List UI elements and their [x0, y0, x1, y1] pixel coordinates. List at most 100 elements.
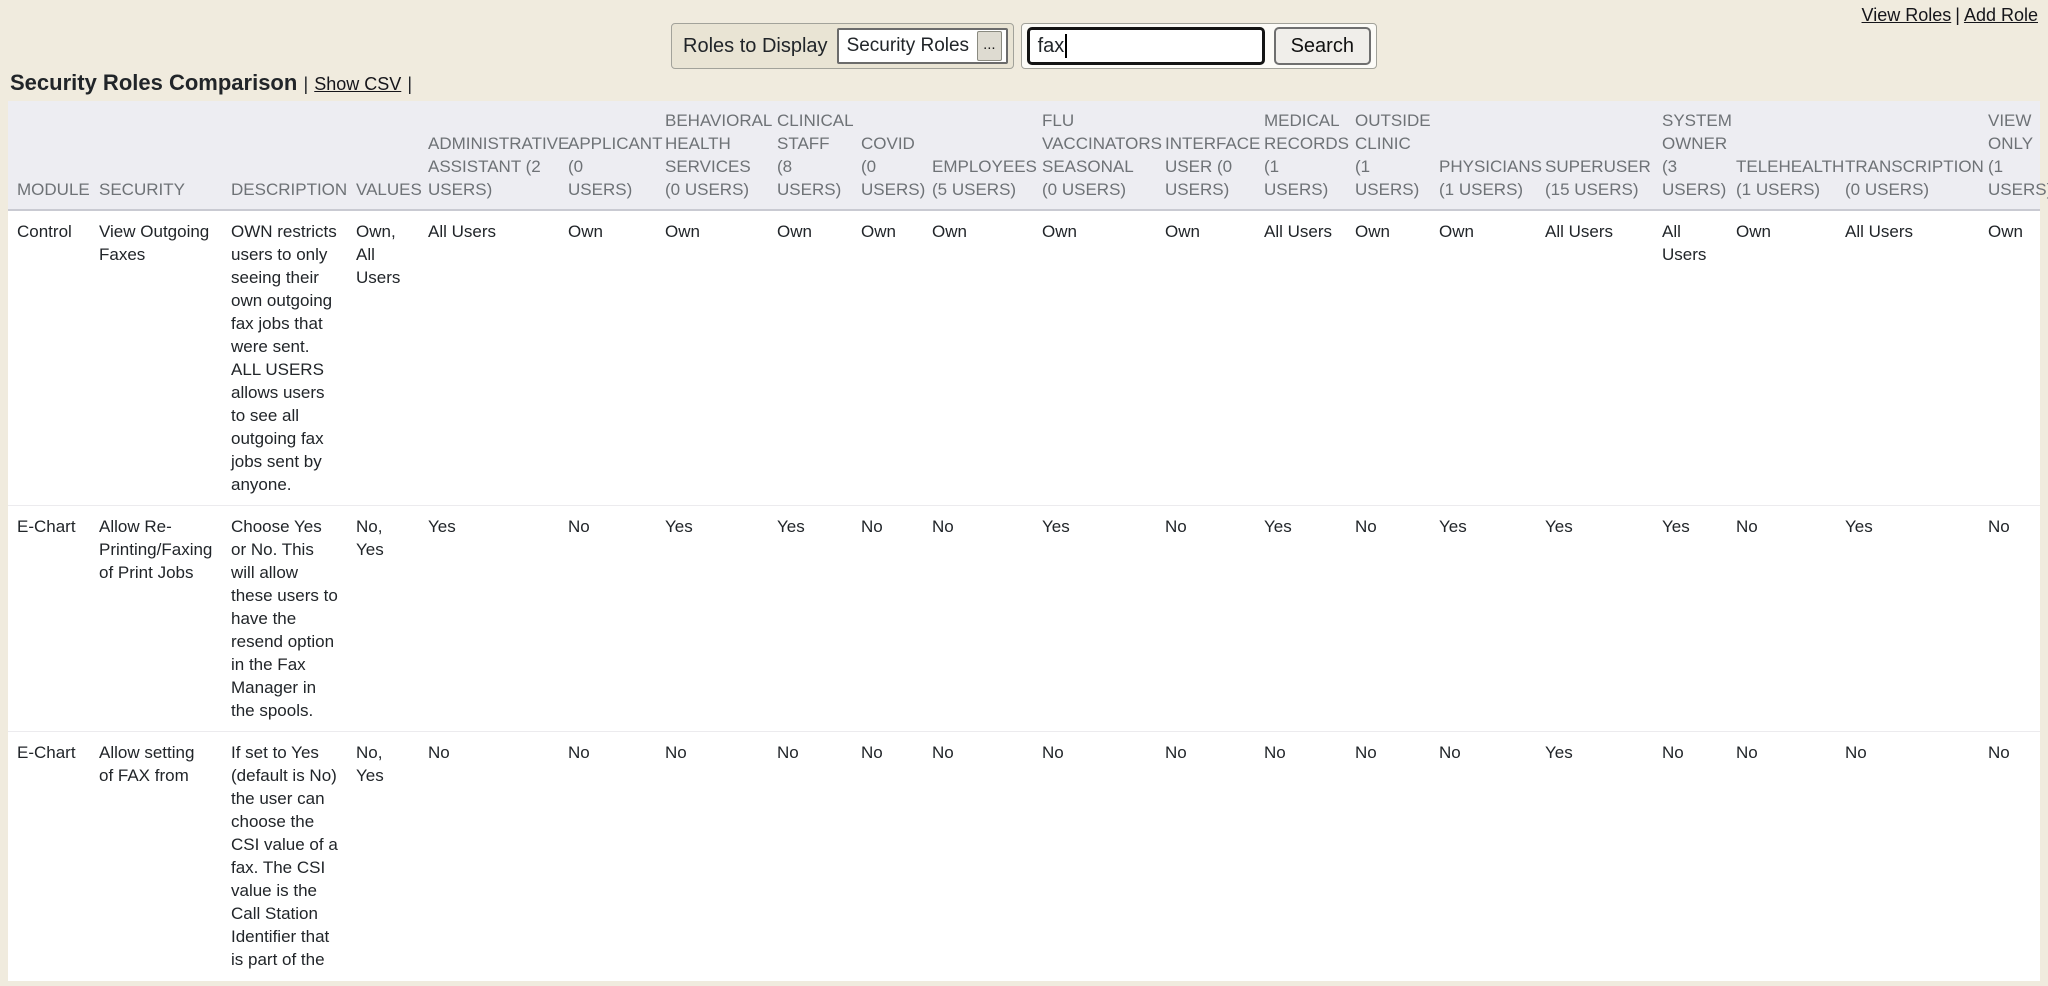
col-header-view-only: VIEW ONLY (1 USERS)	[1979, 101, 2040, 210]
cell-role-value: No	[923, 732, 1033, 981]
cell-role-value: No	[1430, 732, 1536, 981]
roles-control-bar: Roles to Display Security Roles ... fax …	[0, 0, 2048, 69]
cell-role-value: No	[559, 732, 656, 981]
cell-role-value: Yes	[1430, 506, 1536, 732]
search-button[interactable]: Search	[1274, 27, 1371, 65]
col-header-security: SECURITY	[90, 101, 222, 210]
cell-module: Control	[8, 210, 90, 506]
cell-values: Own, All Users	[347, 210, 419, 506]
cell-security: Allow setting of FAX from	[90, 732, 222, 981]
col-header-behavioral-health-services: BEHAVIORAL HEALTH SERVICES (0 USERS)	[656, 101, 768, 210]
roles-to-display-label: Roles to Display	[677, 35, 837, 58]
cell-role-value: No	[852, 506, 923, 732]
cell-role-value: All Users	[419, 210, 559, 506]
col-header-physicians: PHYSICIANS (1 USERS)	[1430, 101, 1536, 210]
cell-role-value: No	[1979, 506, 2040, 732]
search-group: fax Search	[1021, 23, 1377, 69]
cell-role-value: No	[1836, 732, 1979, 981]
cell-role-value: Own	[656, 210, 768, 506]
table-header-row: MODULE SECURITY DESCRIPTION VALUES ADMIN…	[8, 101, 2040, 210]
col-header-description: DESCRIPTION	[222, 101, 347, 210]
cell-role-value: Own	[1979, 210, 2040, 506]
text-cursor	[1065, 34, 1067, 58]
col-header-covid: COVID (0 USERS)	[852, 101, 923, 210]
cell-values: No, Yes	[347, 732, 419, 981]
cell-role-value: Own	[1430, 210, 1536, 506]
cell-role-value: No	[1727, 506, 1836, 732]
cell-role-value: Yes	[1536, 732, 1653, 981]
add-role-link[interactable]: Add Role	[1964, 5, 2038, 25]
role-search-input[interactable]: fax	[1027, 27, 1265, 65]
col-header-outside-clinic: OUTSIDE CLINIC (1 USERS)	[1346, 101, 1430, 210]
cell-role-value: Own	[1156, 210, 1255, 506]
heading-trailing-separator: |	[407, 74, 412, 94]
cell-role-value: Yes	[1033, 506, 1156, 732]
cell-role-value: No	[852, 732, 923, 981]
cell-role-value: Own	[923, 210, 1033, 506]
cell-role-value: No	[1653, 732, 1727, 981]
col-header-module: MODULE	[8, 101, 90, 210]
cell-role-value: Own	[1346, 210, 1430, 506]
cell-role-value: No	[768, 732, 852, 981]
cell-module: E-Chart	[8, 506, 90, 732]
cell-role-value: No	[923, 506, 1033, 732]
cell-role-value: Own	[559, 210, 656, 506]
cell-role-value: No	[1346, 506, 1430, 732]
show-csv-link[interactable]: Show CSV	[314, 74, 401, 94]
roles-select-value: Security Roles	[847, 35, 970, 57]
cell-role-value: All Users	[1836, 210, 1979, 506]
col-header-medical-records: MEDICAL RECORDS (1 USERS)	[1255, 101, 1346, 210]
col-header-administrative-assistant: ADMINISTRATIVE ASSISTANT (2 USERS)	[419, 101, 559, 210]
cell-role-value: Own	[1727, 210, 1836, 506]
role-search-input-value: fax	[1038, 35, 1065, 58]
roles-select[interactable]: Security Roles ...	[837, 28, 1008, 64]
cell-role-value: No	[419, 732, 559, 981]
cell-role-value: Yes	[1255, 506, 1346, 732]
cell-security: View Outgoing Faxes	[90, 210, 222, 506]
col-header-system-owner: SYSTEM OWNER (3 USERS)	[1653, 101, 1727, 210]
col-header-transcription: TRANSCRIPTION (0 USERS)	[1836, 101, 1979, 210]
col-header-values: VALUES	[347, 101, 419, 210]
cell-role-value: All Users	[1255, 210, 1346, 506]
view-roles-link[interactable]: View Roles	[1862, 5, 1952, 25]
cell-role-value: No	[1979, 732, 2040, 981]
roles-picker-button[interactable]: ...	[977, 31, 1002, 61]
table-row: E-Chart Allow setting of FAX from If set…	[8, 732, 2040, 981]
roles-comparison-table-container: MODULE SECURITY DESCRIPTION VALUES ADMIN…	[8, 101, 2040, 981]
col-header-interface-user: INTERFACE USER (0 USERS)	[1156, 101, 1255, 210]
cell-role-value: Own	[1033, 210, 1156, 506]
cell-role-value: All Users	[1536, 210, 1653, 506]
col-header-clinical-staff: CLINICAL STAFF (8 USERS)	[768, 101, 852, 210]
cell-values: No, Yes	[347, 506, 419, 732]
cell-description: If set to Yes (default is No) the user c…	[222, 732, 347, 981]
cell-security: Allow Re-Printing/Faxing of Print Jobs	[90, 506, 222, 732]
table-row: Control View Outgoing Faxes OWN restrict…	[8, 210, 2040, 506]
cell-role-value: Yes	[656, 506, 768, 732]
cell-role-value: No	[1727, 732, 1836, 981]
cell-module: E-Chart	[8, 732, 90, 981]
roles-comparison-table: MODULE SECURITY DESCRIPTION VALUES ADMIN…	[8, 101, 2040, 980]
page-title-row: Security Roles Comparison | Show CSV |	[10, 70, 2048, 96]
roles-to-display-group: Roles to Display Security Roles ...	[671, 23, 1014, 69]
cell-role-value: All Users	[1653, 210, 1727, 506]
cell-role-value: Own	[768, 210, 852, 506]
heading-separator: |	[303, 74, 308, 94]
cell-role-value: No	[1033, 732, 1156, 981]
cell-role-value: No	[1346, 732, 1430, 981]
cell-role-value: No	[1156, 732, 1255, 981]
cell-description: OWN restricts users to only seeing their…	[222, 210, 347, 506]
cell-role-value: Yes	[768, 506, 852, 732]
col-header-employees: EMPLOYEES (5 USERS)	[923, 101, 1033, 210]
col-header-superuser: SUPERUSER (15 USERS)	[1536, 101, 1653, 210]
cell-role-value: Yes	[1836, 506, 1979, 732]
cell-role-value: Yes	[419, 506, 559, 732]
cell-role-value: No	[559, 506, 656, 732]
link-separator: |	[1955, 5, 1960, 25]
cell-role-value: Yes	[1536, 506, 1653, 732]
cell-role-value: No	[1156, 506, 1255, 732]
col-header-applicant: APPLICANT (0 USERS)	[559, 101, 656, 210]
col-header-telehealth: TELEHEALTH (1 USERS)	[1727, 101, 1836, 210]
cell-role-value: Own	[852, 210, 923, 506]
cell-description: Choose Yes or No. This will allow these …	[222, 506, 347, 732]
table-row: E-Chart Allow Re-Printing/Faxing of Prin…	[8, 506, 2040, 732]
